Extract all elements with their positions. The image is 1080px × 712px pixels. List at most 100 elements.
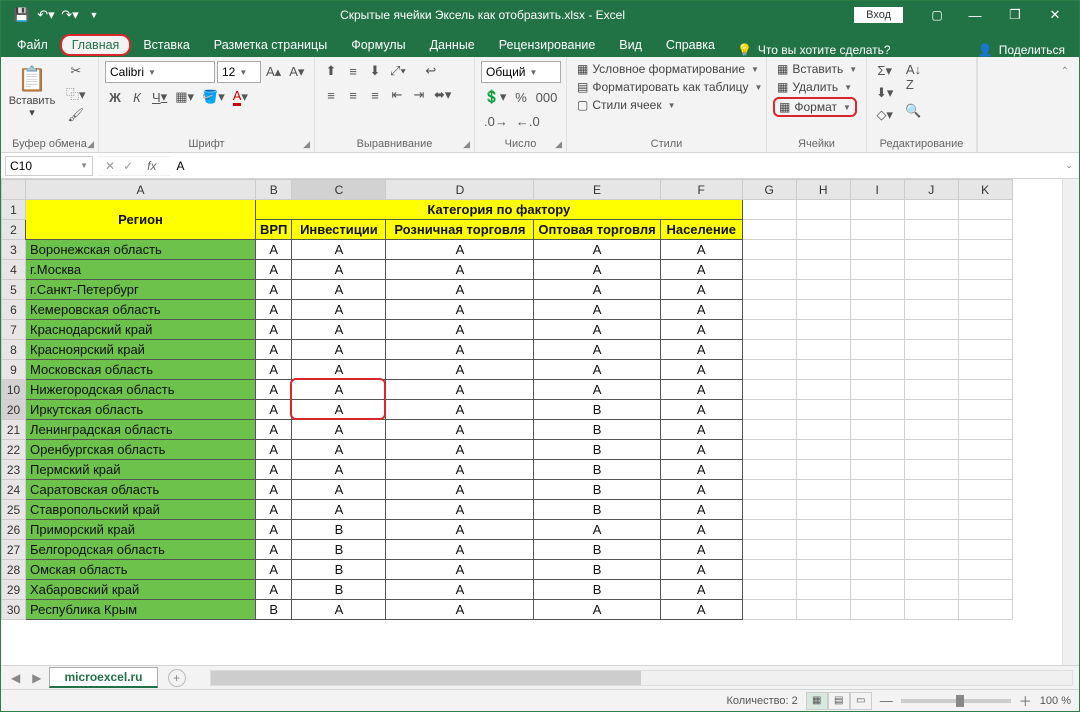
col-header-F[interactable]: F bbox=[660, 180, 742, 200]
empty-cell[interactable] bbox=[796, 320, 850, 340]
close-button[interactable]: ✕ bbox=[1035, 1, 1075, 29]
insert-cells-button[interactable]: ▦Вставить▼ bbox=[773, 61, 861, 77]
cell-F25[interactable]: A bbox=[660, 500, 742, 520]
cell-D24[interactable]: A bbox=[386, 480, 534, 500]
decrease-decimal-icon[interactable]: ←.0 bbox=[513, 111, 543, 131]
empty-cell[interactable] bbox=[742, 580, 796, 600]
increase-font-icon[interactable]: A▴ bbox=[263, 62, 284, 82]
empty-cell[interactable] bbox=[742, 480, 796, 500]
empty-cell[interactable] bbox=[796, 380, 850, 400]
empty-cell[interactable] bbox=[742, 460, 796, 480]
empty-cell[interactable] bbox=[796, 200, 850, 220]
cell-D29[interactable]: A bbox=[386, 580, 534, 600]
empty-cell[interactable] bbox=[958, 320, 1012, 340]
conditional-formatting-button[interactable]: ▦Условное форматирование▼ bbox=[573, 61, 763, 77]
empty-cell[interactable] bbox=[958, 460, 1012, 480]
copy-icon[interactable]: ⿻▾ bbox=[63, 83, 89, 103]
empty-cell[interactable] bbox=[958, 400, 1012, 420]
empty-cell[interactable] bbox=[904, 540, 958, 560]
row-header-3[interactable]: 3 bbox=[2, 240, 26, 260]
cell-E10[interactable]: A bbox=[534, 380, 660, 400]
formula-input[interactable] bbox=[170, 156, 1059, 176]
cell-A24[interactable]: Саратовская область bbox=[26, 480, 256, 500]
cancel-formula-icon[interactable]: ✕ bbox=[105, 159, 115, 173]
cell-B9[interactable]: A bbox=[256, 360, 292, 380]
cell-B27[interactable]: A bbox=[256, 540, 292, 560]
cell-E7[interactable]: A bbox=[534, 320, 660, 340]
cell-B29[interactable]: A bbox=[256, 580, 292, 600]
empty-cell[interactable] bbox=[904, 440, 958, 460]
row-header-22[interactable]: 22 bbox=[2, 440, 26, 460]
redo-icon[interactable]: ↷▾ bbox=[59, 4, 81, 26]
empty-cell[interactable] bbox=[958, 340, 1012, 360]
cell-F6[interactable]: A bbox=[660, 300, 742, 320]
empty-cell[interactable] bbox=[904, 240, 958, 260]
empty-cell[interactable] bbox=[742, 400, 796, 420]
empty-cell[interactable] bbox=[742, 260, 796, 280]
login-button[interactable]: Вход bbox=[854, 7, 903, 23]
tab-home[interactable]: Главная bbox=[60, 34, 132, 56]
ribbon-display-options-icon[interactable]: ▢ bbox=[919, 8, 955, 22]
empty-cell[interactable] bbox=[904, 260, 958, 280]
collapse-ribbon-icon[interactable]: ⌃ bbox=[1055, 61, 1075, 81]
cell-A8[interactable]: Красноярский край bbox=[26, 340, 256, 360]
empty-cell[interactable] bbox=[796, 440, 850, 460]
empty-cell[interactable] bbox=[742, 300, 796, 320]
empty-cell[interactable] bbox=[904, 460, 958, 480]
orientation-icon[interactable]: ⤢▾ bbox=[387, 61, 409, 81]
empty-cell[interactable] bbox=[904, 560, 958, 580]
empty-cell[interactable] bbox=[796, 340, 850, 360]
cell-F4[interactable]: A bbox=[660, 260, 742, 280]
row-header-10[interactable]: 10 bbox=[2, 380, 26, 400]
cell-A30[interactable]: Республика Крым bbox=[26, 600, 256, 620]
cell-styles-button[interactable]: ▢Стили ячеек▼ bbox=[573, 97, 680, 113]
empty-cell[interactable] bbox=[796, 560, 850, 580]
tab-help[interactable]: Справка bbox=[654, 33, 727, 57]
row-header-27[interactable]: 27 bbox=[2, 540, 26, 560]
col-header-A[interactable]: A bbox=[26, 180, 256, 200]
cell-C7[interactable]: A bbox=[292, 320, 386, 340]
empty-cell[interactable] bbox=[796, 220, 850, 240]
empty-cell[interactable] bbox=[850, 380, 904, 400]
empty-cell[interactable] bbox=[742, 500, 796, 520]
empty-cell[interactable] bbox=[850, 560, 904, 580]
col-header-K[interactable]: K bbox=[958, 180, 1012, 200]
empty-cell[interactable] bbox=[850, 260, 904, 280]
increase-decimal-icon[interactable]: .0→ bbox=[481, 111, 511, 131]
empty-cell[interactable] bbox=[904, 220, 958, 240]
empty-cell[interactable] bbox=[742, 320, 796, 340]
qat-customize-icon[interactable]: ▼ bbox=[83, 4, 105, 26]
empty-cell[interactable] bbox=[850, 480, 904, 500]
cell-B25[interactable]: A bbox=[256, 500, 292, 520]
empty-cell[interactable] bbox=[796, 240, 850, 260]
cell-C3[interactable]: A bbox=[292, 240, 386, 260]
empty-cell[interactable] bbox=[796, 420, 850, 440]
cell-E9[interactable]: A bbox=[534, 360, 660, 380]
font-size-combo[interactable]: 12▼ bbox=[217, 61, 261, 83]
empty-cell[interactable] bbox=[958, 280, 1012, 300]
cell-F26[interactable]: A bbox=[660, 520, 742, 540]
empty-cell[interactable] bbox=[850, 520, 904, 540]
underline-button[interactable]: Ч▾ bbox=[149, 87, 170, 107]
cell-C10[interactable]: A bbox=[292, 380, 386, 400]
percent-icon[interactable]: % bbox=[511, 87, 531, 107]
cell-A29[interactable]: Хабаровский край bbox=[26, 580, 256, 600]
cell-C25[interactable]: A bbox=[292, 500, 386, 520]
cell-B20[interactable]: A bbox=[256, 400, 292, 420]
cell-F7[interactable]: A bbox=[660, 320, 742, 340]
empty-cell[interactable] bbox=[904, 200, 958, 220]
empty-cell[interactable] bbox=[796, 580, 850, 600]
empty-cell[interactable] bbox=[958, 580, 1012, 600]
clipboard-launcher-icon[interactable]: ◢ bbox=[87, 139, 94, 150]
cell-B3[interactable]: A bbox=[256, 240, 292, 260]
empty-cell[interactable] bbox=[958, 540, 1012, 560]
empty-cell[interactable] bbox=[904, 400, 958, 420]
empty-cell[interactable] bbox=[904, 480, 958, 500]
cell-B24[interactable]: A bbox=[256, 480, 292, 500]
cell-F28[interactable]: A bbox=[660, 560, 742, 580]
empty-cell[interactable] bbox=[850, 400, 904, 420]
zoom-in-button[interactable]: ＋ bbox=[1019, 691, 1032, 710]
cell-C27[interactable]: B bbox=[292, 540, 386, 560]
cell-E26[interactable]: A bbox=[534, 520, 660, 540]
empty-cell[interactable] bbox=[958, 520, 1012, 540]
